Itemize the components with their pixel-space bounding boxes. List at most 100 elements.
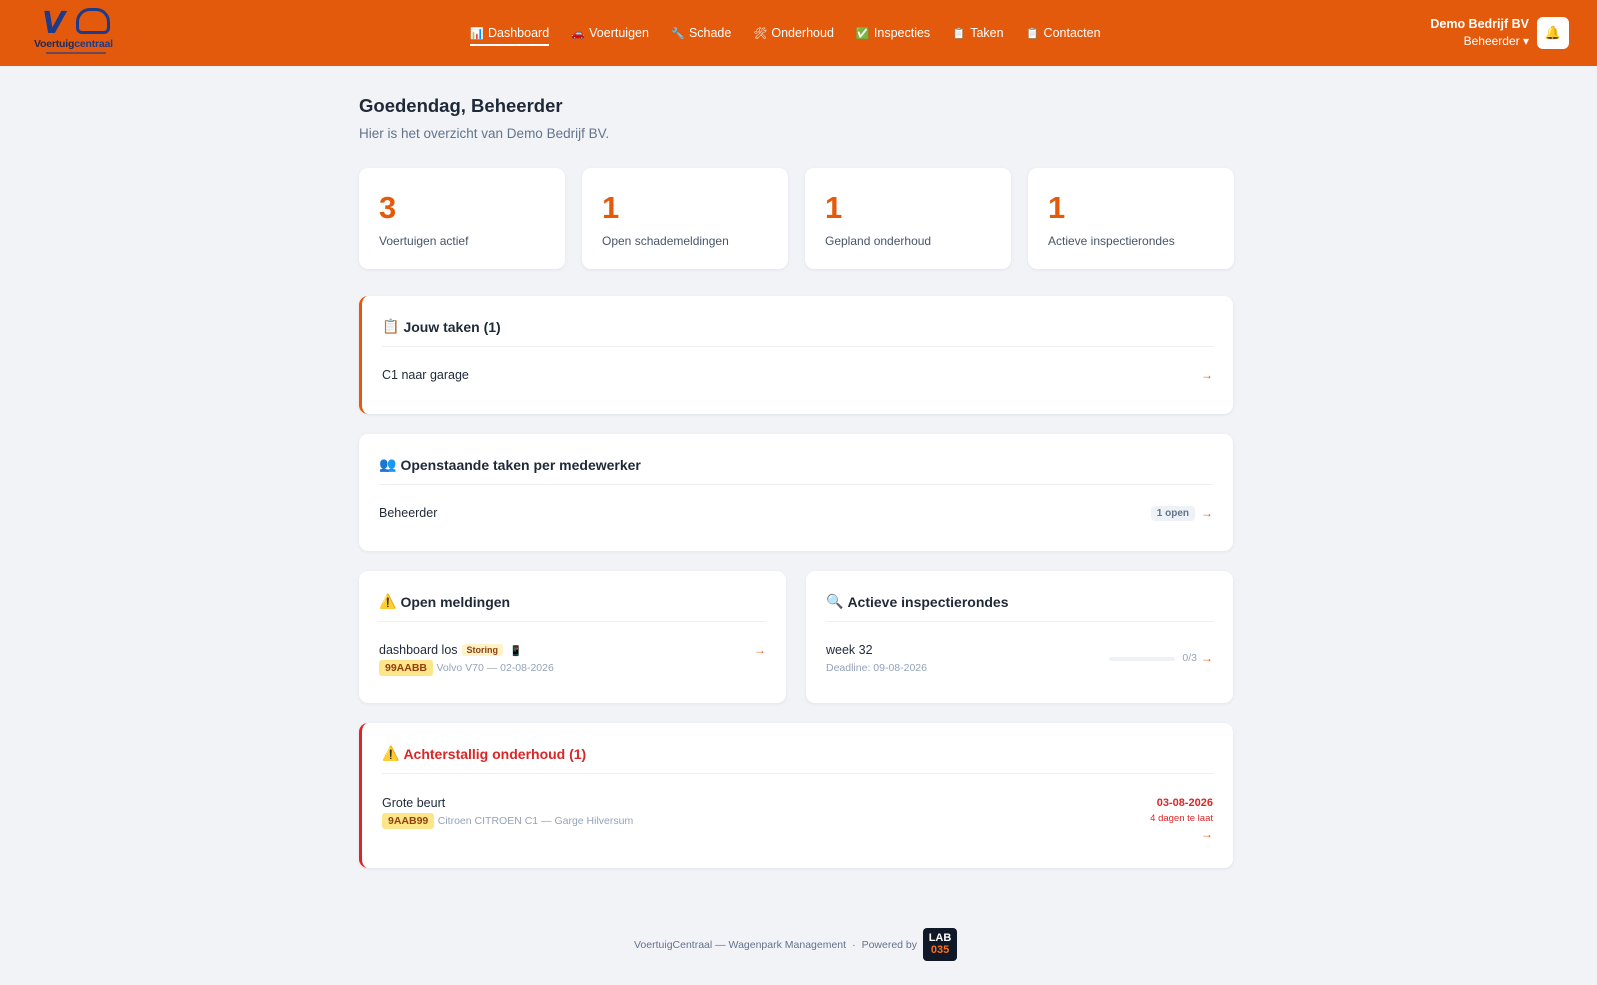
warning-icon: ⚠️: [382, 745, 400, 761]
nav-label: Onderhoud: [771, 26, 834, 40]
card-title-text: Jouw taken (1): [403, 318, 501, 335]
nav-voertuigen[interactable]: 🚗 Voertuigen: [571, 23, 649, 43]
warning-icon: ⚠️: [379, 593, 397, 609]
user-role-dropdown[interactable]: Beheerder ▾: [1430, 34, 1529, 48]
arrow-right-icon[interactable]: →: [754, 643, 766, 657]
stat-label: Open schademeldingen: [602, 234, 729, 248]
check-icon: ✅: [855, 27, 870, 40]
report-meta: Volvo V70 — 02-08-2026: [436, 662, 554, 674]
arrow-right-icon[interactable]: →: [1201, 827, 1213, 841]
report-meta-row: 99AABB Volvo V70 — 02-08-2026: [379, 660, 554, 676]
nav-taken[interactable]: 📋 Taken: [952, 23, 1003, 43]
main-nav: 📊 Dashboard 🚗 Voertuigen 🔧 Schade 🛠 Onde…: [470, 0, 1123, 66]
stat-label: Actieve inspectierondes: [1048, 234, 1175, 248]
round-progress-bar: [1109, 657, 1175, 661]
nav-label: Voertuigen: [589, 26, 649, 40]
greeting: Goedendag, Beheerder Hier is het overzic…: [359, 95, 609, 141]
company-name: Demo Bedrijf BV: [1430, 17, 1529, 31]
maintenance-meta: Citroen CITROEN C1 — Garge Hilversum: [437, 815, 634, 827]
stat-card-vehicles[interactable]: 3 Voertuigen actief: [359, 168, 565, 269]
logo-underline: [46, 52, 106, 54]
stat-card-damage[interactable]: 1 Open schademeldingen: [582, 168, 788, 269]
page-subtitle: Hier is het overzicht van Demo Bedrijf B…: [359, 126, 610, 141]
round-deadline: Deadline: 09-08-2026: [826, 662, 927, 674]
report-title: dashboard los: [379, 643, 458, 657]
nav-contacten[interactable]: 📋 Contacten: [1026, 23, 1101, 43]
stat-label: Voertuigen actief: [379, 234, 469, 248]
tools-icon: 🛠: [753, 27, 768, 40]
divider: [826, 621, 1213, 622]
lab-logo-text: LAB: [928, 932, 952, 944]
lab035-logo[interactable]: LAB 035: [923, 928, 958, 961]
stat-value: 1: [1048, 190, 1066, 225]
powered-by: Powered by: [861, 938, 918, 951]
card-title-text: Actieve inspectierondes: [847, 593, 1009, 610]
card-title-text: Openstaande taken per medewerker: [400, 456, 641, 473]
card-title-text: Achterstallig onderhoud (1): [403, 745, 587, 762]
phone-icon: 📱: [509, 646, 522, 657]
overdue-title: ⚠️ Achterstallig onderhoud (1): [382, 745, 586, 762]
divider: [379, 621, 766, 622]
maintenance-title[interactable]: Grote beurt: [382, 796, 445, 810]
task-title[interactable]: C1 naar garage: [382, 368, 469, 382]
clipboard-icon: 📋: [382, 318, 400, 334]
top-bar: V Voertuigcentraal 📊 Dashboard 🚗 Voertui…: [0, 0, 1597, 66]
nav-label: Taken: [970, 26, 1004, 40]
nav-onderhoud[interactable]: 🛠 Onderhoud: [753, 23, 834, 43]
logo-text: Voertuigcentraal: [34, 38, 113, 50]
due-date: 03-08-2026: [1156, 797, 1213, 809]
lab-logo-number: 035: [930, 944, 950, 956]
nav-schade[interactable]: 🔧 Schade: [671, 23, 731, 43]
card-title-text: Open meldingen: [400, 593, 511, 610]
employee-tasks-title: 👥 Openstaande taken per medewerker: [379, 456, 641, 473]
open-reports-card: ⚠️ Open meldingen dashboard los Storing 📱…: [359, 571, 786, 703]
round-title[interactable]: week 32: [826, 643, 873, 657]
open-count-badge: 1 open: [1150, 506, 1195, 521]
clipboard-icon: 📋: [952, 27, 966, 40]
employee-name[interactable]: Beheerder: [379, 506, 437, 520]
arrow-right-icon[interactable]: →: [1201, 651, 1213, 665]
nav-dashboard[interactable]: 📊 Dashboard: [470, 23, 550, 46]
divider: [382, 773, 1213, 774]
nav-label: Contacten: [1043, 26, 1101, 40]
nav-inspecties[interactable]: ✅ Inspecties: [856, 23, 930, 43]
logo-van-icon: [76, 8, 110, 34]
clipboard-icon: 📋: [1025, 27, 1040, 40]
page-title: Goedendag, Beheerder: [359, 95, 563, 116]
wrench-icon: 🔧: [670, 27, 685, 40]
my-tasks-title: 📋 Jouw taken (1): [382, 318, 501, 335]
nav-label: Inspecties: [873, 26, 931, 40]
maintenance-meta-row: 9AAB99 Citroen CITROEN C1 — Garge Hilver…: [382, 813, 633, 829]
stat-card-maintenance[interactable]: 1 Gepland onderhoud: [805, 168, 1011, 269]
magnifier-icon: 🔍: [826, 593, 844, 609]
footer-separator: ·: [852, 938, 856, 951]
open-reports-title: ⚠️ Open meldingen: [379, 593, 510, 610]
arrow-right-icon[interactable]: →: [1201, 368, 1213, 382]
car-icon: 🚗: [571, 27, 585, 40]
app-logo[interactable]: V Voertuigcentraal: [32, 6, 122, 56]
license-plate: 99AABB: [379, 660, 434, 676]
my-tasks-card: 📋 Jouw taken (1) C1 naar garage →: [359, 296, 1233, 414]
divider: [382, 346, 1213, 347]
stat-value: 1: [825, 190, 843, 225]
stat-card-inspections[interactable]: 1 Actieve inspectierondes: [1028, 168, 1234, 269]
chart-icon: 📊: [470, 27, 484, 40]
arrow-right-icon[interactable]: →: [1201, 506, 1213, 520]
late-indicator: 4 dagen te laat: [1150, 813, 1213, 824]
license-plate: 9AAB99: [382, 813, 435, 829]
divider: [379, 484, 1213, 485]
overdue-maintenance-card: ⚠️ Achterstallig onderhoud (1) Grote beu…: [359, 723, 1233, 868]
footer: VoertuigCentraal — Wagenpark Management …: [634, 928, 958, 961]
users-icon: 👥: [379, 456, 397, 472]
nav-label: Schade: [688, 26, 732, 40]
nav-label: Dashboard: [488, 26, 550, 40]
logo-mark: V: [42, 6, 65, 41]
account-menu[interactable]: Demo Bedrijf BV Beheerder ▾: [1430, 17, 1529, 48]
footer-text: VoertuigCentraal — Wagenpark Management: [634, 938, 847, 951]
report-row[interactable]: dashboard los Storing 📱: [379, 643, 522, 657]
stat-label: Gepland onderhoud: [825, 234, 932, 248]
employee-tasks-card: 👥 Openstaande taken per medewerker Behee…: [359, 434, 1233, 551]
stat-value: 3: [379, 190, 397, 225]
bell-icon[interactable]: 🔔: [1537, 17, 1569, 49]
stat-value: 1: [602, 190, 620, 225]
